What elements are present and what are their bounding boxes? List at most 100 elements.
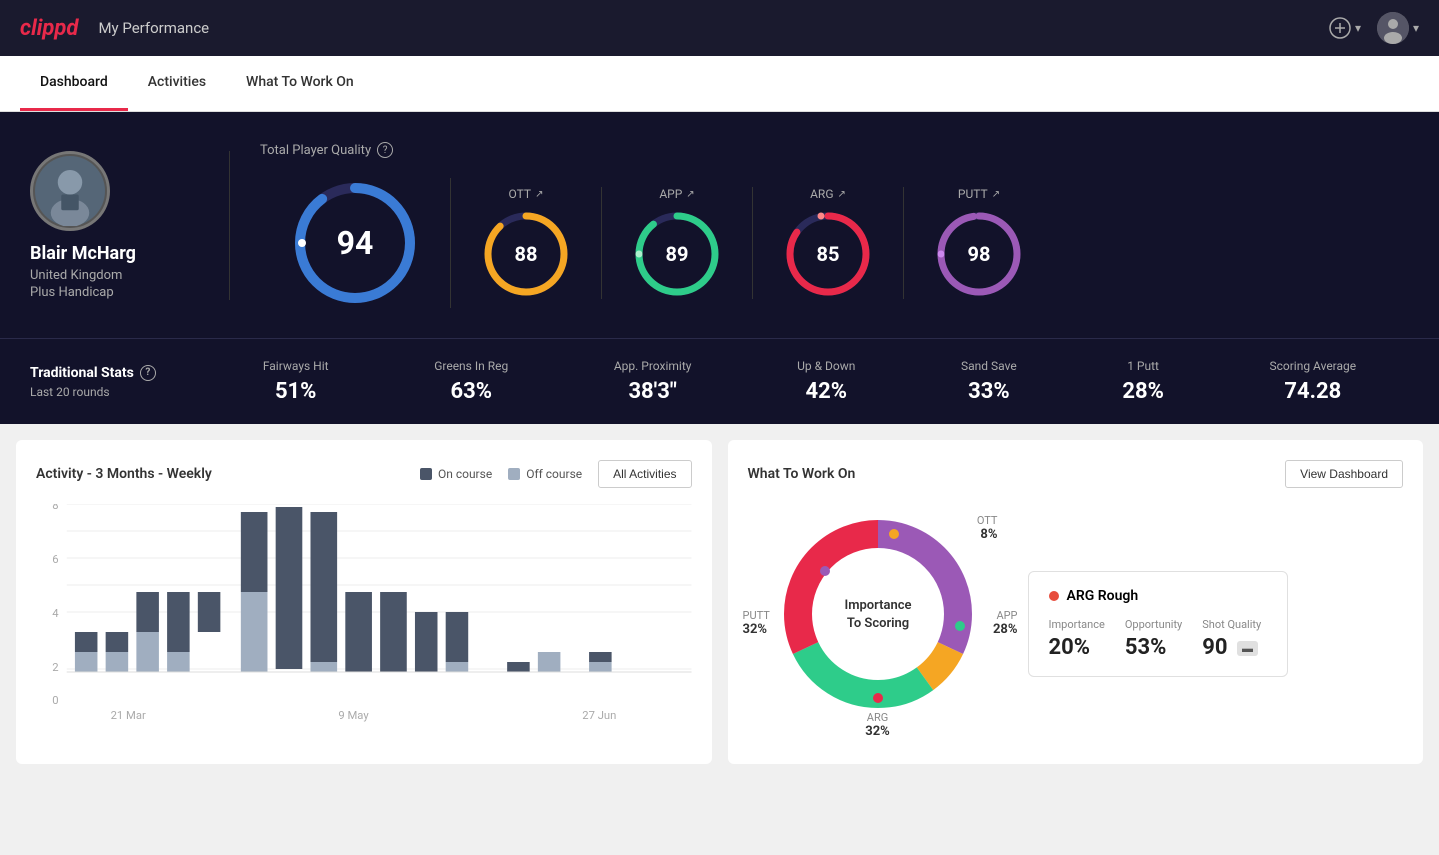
arg-label: ARG ↗ [810,187,846,201]
header-title: My Performance [98,19,209,37]
activity-header: Activity - 3 Months - Weekly On course O… [36,460,692,488]
player-info: Blair McHarg United Kingdom Plus Handica… [30,151,230,300]
nav-item-activities[interactable]: Activities [128,56,226,111]
stat-scoring: Scoring Average 74.28 [1269,359,1356,404]
ott-gauge-circle: 88 [481,209,571,299]
main-gauge-value: 94 [337,224,374,262]
gauges: 94 OTT ↗ 88 [260,178,1409,308]
stat-sandsave: Sand Save 33% [961,359,1017,404]
wtwo-card-title: ARG Rough [1049,588,1267,604]
wtwo-content: Importance To Scoring OTT 8% [748,504,1404,744]
wtwo-card-metrics: Importance 20% Opportunity 53% Shot Qual… [1049,618,1267,660]
svg-text:21 Mar: 21 Mar [111,709,146,722]
ott-arrow-icon: ↗ [535,189,543,200]
hero-section: Blair McHarg United Kingdom Plus Handica… [0,112,1439,338]
activity-chart-panel: Activity - 3 Months - Weekly On course O… [16,440,712,764]
stat-greens: Greens In Reg 63% [434,359,508,404]
gauge-putt: PUTT ↗ 98 [904,187,1054,299]
player-country: United Kingdom [30,268,122,283]
trad-stats-label: Traditional Stats ? Last 20 rounds [30,365,210,399]
arg-gauge-circle: 85 [783,209,873,299]
putt-gauge-circle: 98 [934,209,1024,299]
putt-gauge-value: 98 [968,242,991,266]
stat-sandsave-value: 33% [961,379,1017,404]
stat-proximity: App. Proximity 38'3" [614,359,692,404]
stat-greens-value: 63% [434,379,508,404]
player-name: Blair McHarg [30,243,136,264]
logo[interactable]: clippd [20,16,78,41]
gauge-arg: ARG ↗ 85 [753,187,904,299]
donut-svg: Importance To Scoring [768,504,988,724]
stat-updown-value: 42% [797,379,855,404]
app-gauge-circle: 89 [632,209,722,299]
stat-updown: Up & Down 42% [797,359,855,404]
nav: Dashboard Activities What To Work On [0,56,1439,112]
add-icon[interactable]: ▾ [1329,17,1361,39]
putt-arrow-icon: ↗ [992,189,1000,200]
ott-segment-label: OTT 8% [977,514,998,542]
header: clippd My Performance ▾ ▾ [0,0,1439,56]
avatar [30,151,110,231]
stat-1putt-label: 1 Putt [1122,359,1164,373]
stat-proximity-label: App. Proximity [614,359,692,373]
svg-text:Importance: Importance [844,598,911,613]
stat-1putt: 1 Putt 28% [1122,359,1164,404]
arg-arrow-icon: ↗ [838,189,846,200]
legend-off-course-dot [508,468,520,480]
ott-label: OTT ↗ [509,187,544,201]
tpq-section: Total Player Quality ? 94 [230,142,1409,308]
chart-area: 8 6 4 2 0 [36,504,692,724]
putt-label: PUTT ↗ [958,187,1000,201]
nav-item-dashboard[interactable]: Dashboard [20,56,128,111]
app-label: APP ↗ [659,187,694,201]
wtwo-header: What To Work On View Dashboard [748,460,1404,488]
chart-svg: 8 6 4 2 0 [36,504,692,724]
header-right: ▾ ▾ [1329,12,1419,44]
putt-segment-label: PUTT 32% [743,609,770,637]
stat-sandsave-label: Sand Save [961,359,1017,373]
legend-on-course-dot [420,468,432,480]
nav-item-what-to-work-on[interactable]: What To Work On [226,56,374,111]
card-indicator-dot [1049,591,1059,601]
legend-on-course: On course [420,467,492,481]
legend-off-course: Off course [508,467,582,481]
stat-items: Fairways Hit 51% Greens In Reg 63% App. … [210,359,1409,404]
svg-text:0: 0 [52,694,58,707]
all-activities-button[interactable]: All Activities [598,460,691,488]
stat-scoring-label: Scoring Average [1269,359,1356,373]
arg-segment-label: ARG 32% [865,711,890,739]
metric-shot-quality: Shot Quality 90 ▬ [1202,618,1261,660]
stat-fairways-value: 51% [263,379,329,404]
tpq-label: Total Player Quality ? [260,142,1409,158]
metric-opportunity: Opportunity 53% [1125,618,1182,660]
activity-title: Activity - 3 Months - Weekly [36,466,212,482]
app-arrow-icon: ↗ [686,189,694,200]
avatar [1377,12,1409,44]
app-segment-label: APP 28% [993,609,1018,637]
gauge-app: APP ↗ 89 [602,187,753,299]
header-left: clippd My Performance [20,16,209,41]
gauge-main: 94 [260,178,451,308]
trad-stats-help-icon[interactable]: ? [140,365,156,381]
player-handicap: Plus Handicap [30,285,114,300]
tpq-help-icon[interactable]: ? [377,142,393,158]
gauge-ott: OTT ↗ 88 [451,187,602,299]
stat-greens-label: Greens In Reg [434,359,508,373]
what-to-work-on-panel: What To Work On View Dashboard [728,440,1424,764]
stat-updown-label: Up & Down [797,359,855,373]
bottom-panels: Activity - 3 Months - Weekly On course O… [0,424,1439,780]
shot-quality-value: 90 ▬ [1202,635,1261,660]
trad-stats-period: Last 20 rounds [30,385,210,399]
stat-scoring-value: 74.28 [1269,379,1356,404]
svg-text:8: 8 [52,504,58,512]
svg-text:2: 2 [52,661,58,674]
donut-chart-container: Importance To Scoring OTT 8% [748,504,1008,744]
svg-text:9 May: 9 May [338,709,369,722]
avatar-dropdown[interactable]: ▾ [1377,12,1419,44]
svg-text:To Scoring: To Scoring [846,616,908,631]
metric-importance: Importance 20% [1049,618,1105,660]
view-dashboard-button[interactable]: View Dashboard [1285,460,1403,488]
arg-gauge-value: 85 [817,242,840,266]
svg-text:4: 4 [52,607,58,620]
main-gauge-circle: 94 [290,178,420,308]
